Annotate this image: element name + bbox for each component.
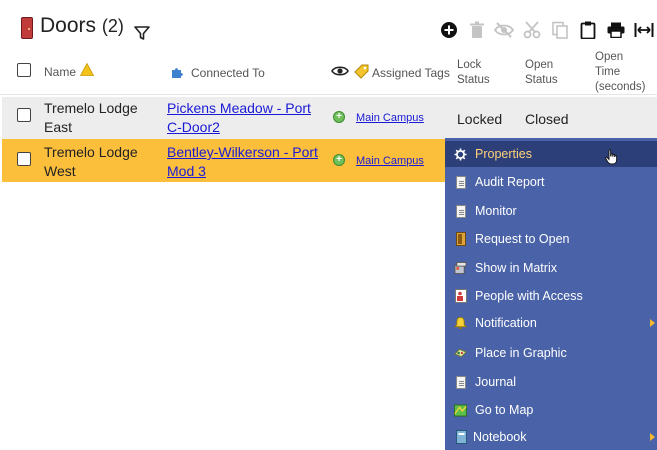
open-time-header-line2: Time (595, 66, 621, 78)
door-name-line2: West (44, 163, 76, 179)
connected-to-line2[interactable]: Mod 3 (167, 162, 318, 181)
door-icon (454, 232, 467, 246)
page-title: Doors (2) (40, 14, 124, 38)
add-icon[interactable] (439, 20, 459, 40)
warning-icon (79, 62, 95, 81)
puzzle-icon (171, 66, 184, 84)
hide-icon[interactable] (494, 20, 514, 40)
page-icon (454, 204, 467, 218)
map-icon (454, 403, 467, 417)
open-status-value: Closed (525, 111, 569, 127)
record-count: (2) (101, 16, 124, 36)
copy-icon[interactable] (550, 20, 570, 40)
matrix-icon (454, 261, 467, 275)
lock-status-header-line1: Lock (457, 59, 482, 71)
hand-cursor-icon (605, 149, 619, 168)
connected-to-line2[interactable]: C-Door2 (167, 118, 311, 137)
page-title-text: Doors (40, 14, 97, 37)
menu-item-label: Monitor (475, 204, 517, 218)
open-time-header-line1: Open (595, 51, 624, 63)
menu-item-properties[interactable]: Properties (445, 141, 657, 167)
connected-to-line1[interactable]: Pickens Meadow - Port (167, 99, 311, 118)
menu-item-label: Properties (475, 147, 532, 161)
door-name-cell: Tremelo Lodge East (44, 99, 138, 137)
menu-item-notification[interactable]: Notification (445, 310, 657, 336)
submenu-arrow-icon (650, 433, 655, 441)
menu-item-audit-report[interactable]: Audit Report (445, 169, 657, 195)
door-name-line1: Tremelo Lodge (44, 144, 138, 160)
assigned-tag-link[interactable]: Main Campus (356, 155, 424, 167)
connected-to-link[interactable]: Bentley-Wilkerson - Port Mod 3 (167, 143, 318, 181)
connected-to-line1[interactable]: Bentley-Wilkerson - Port (167, 143, 318, 162)
lock-status-header-line2: Status (457, 74, 490, 86)
eye-icon[interactable] (331, 64, 349, 82)
graphic-icon (454, 346, 467, 360)
menu-item-label: Go to Map (475, 403, 534, 417)
menu-item-request-to-open[interactable]: Request to Open (445, 226, 657, 252)
open-time-header-line3: (seconds) (595, 81, 646, 93)
print-icon[interactable] (606, 20, 626, 40)
page-icon (454, 175, 467, 189)
assigned-tag-link[interactable]: Main Campus (356, 112, 424, 124)
menu-item-label: Notebook (473, 430, 527, 444)
page-icon (454, 375, 467, 389)
menu-item-label: People with Access (475, 289, 583, 303)
menu-item-notebook[interactable]: Notebook (445, 424, 657, 450)
column-header-lock-status[interactable]: Lock Status (457, 58, 490, 88)
menu-item-label: Notification (475, 316, 537, 330)
people-icon (454, 289, 467, 303)
open-status-header-line1: Open (525, 59, 554, 71)
context-menu: Properties Audit Report Monitor Request … (445, 138, 657, 450)
notebook-icon (454, 430, 467, 444)
door-name-line1: Tremelo Lodge (44, 100, 138, 116)
column-header-connected-to[interactable]: Connected To (191, 66, 265, 80)
menu-item-go-to-map[interactable]: Go to Map (445, 397, 657, 423)
menu-item-label: Audit Report (475, 175, 545, 189)
menu-item-monitor[interactable]: Monitor (445, 198, 657, 224)
menu-item-place-in-graphic[interactable]: Place in Graphic (445, 340, 657, 366)
add-tag-icon[interactable]: + (333, 154, 345, 166)
header-divider (0, 94, 657, 95)
menu-item-label: Place in Graphic (475, 346, 567, 360)
filter-icon[interactable] (133, 24, 151, 42)
door-name-line2: East (44, 119, 73, 135)
tag-icon (354, 64, 369, 84)
select-all-checkbox[interactable] (17, 63, 31, 77)
delete-icon[interactable] (467, 20, 487, 40)
menu-item-show-in-matrix[interactable]: Show in Matrix (445, 255, 657, 281)
gear-icon (454, 147, 467, 161)
row-checkbox[interactable] (17, 152, 31, 166)
bell-icon (454, 316, 467, 330)
menu-item-label: Show in Matrix (475, 261, 557, 275)
menu-item-label: Journal (475, 375, 516, 389)
lock-status-value: Locked (457, 111, 503, 127)
menu-item-label: Request to Open (475, 232, 570, 246)
column-header-open-status[interactable]: Open Status (525, 58, 558, 88)
column-header-assigned-tags[interactable]: Assigned Tags (372, 66, 450, 80)
menu-item-journal[interactable]: Journal (445, 369, 657, 395)
cut-icon[interactable] (522, 20, 542, 40)
submenu-arrow-icon (650, 319, 655, 327)
menu-item-people-with-access[interactable]: People with Access (445, 283, 657, 309)
doors-icon (21, 17, 33, 39)
connected-to-link[interactable]: Pickens Meadow - Port C-Door2 (167, 99, 311, 137)
open-status-header-line2: Status (525, 74, 558, 86)
paste-icon[interactable] (578, 20, 598, 40)
add-tag-icon[interactable]: + (333, 111, 345, 123)
door-name-cell: Tremelo Lodge West (44, 143, 138, 181)
fit-width-icon[interactable] (634, 20, 654, 40)
column-header-name[interactable]: Name (44, 65, 76, 79)
row-checkbox[interactable] (17, 108, 31, 122)
column-header-open-time[interactable]: Open Time (seconds) (595, 50, 646, 95)
